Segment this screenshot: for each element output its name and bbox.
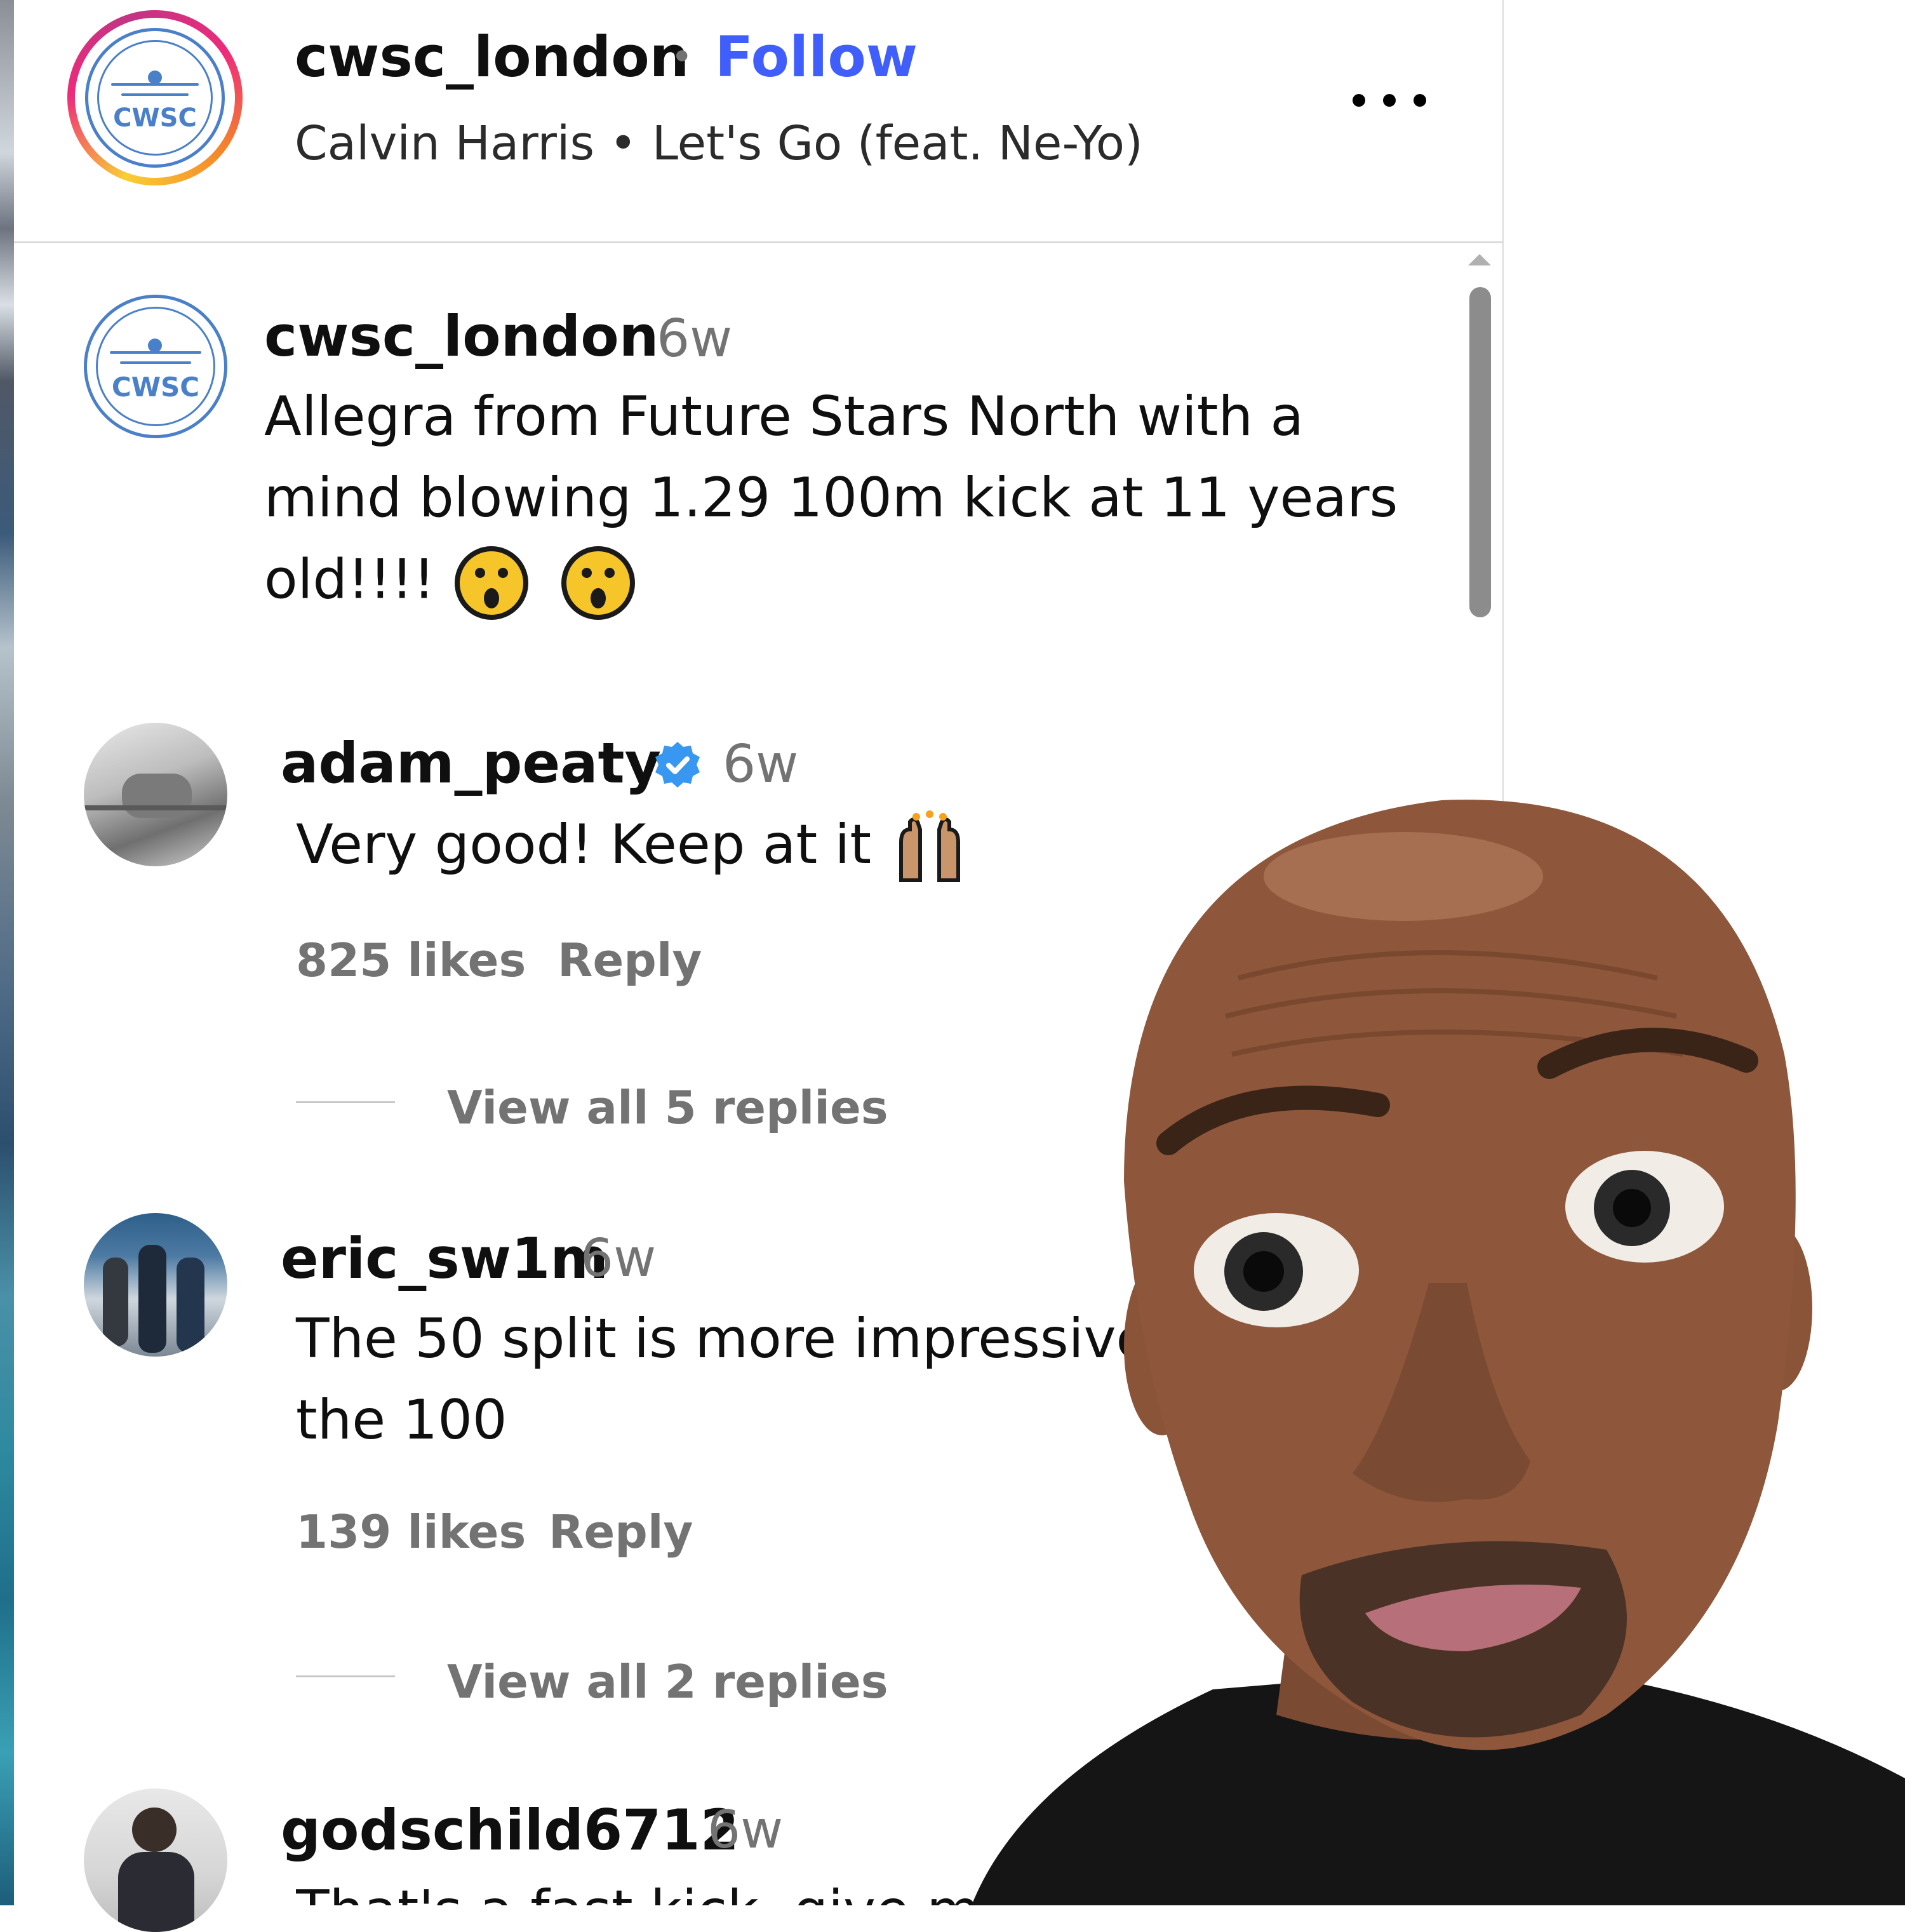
view-replies-button[interactable]: View all 5 replies xyxy=(447,1076,888,1139)
post-header: CWSC cwsc_london • Follow Calvin Harris … xyxy=(14,0,1502,243)
verified-badge-icon xyxy=(655,742,700,788)
astonished-face-emoji xyxy=(455,546,529,620)
view-replies-button[interactable]: View all 2 replies xyxy=(447,1650,888,1714)
reply-button[interactable]: Reply xyxy=(549,1500,693,1564)
caption-line-3-text: old!!!! xyxy=(264,547,436,612)
cwsc-logo: CWSC xyxy=(85,28,225,168)
caption-username[interactable]: cwsc_london xyxy=(264,305,658,368)
comment-time[interactable]: 6w xyxy=(707,1799,783,1862)
more-options-icon[interactable] xyxy=(1353,88,1429,113)
header-avatar[interactable]: CWSC xyxy=(67,10,243,185)
comment-likes[interactable]: 825 likes xyxy=(296,929,526,992)
comment-avatar[interactable] xyxy=(84,1788,227,1932)
comment-username[interactable]: godschild6712 xyxy=(281,1799,739,1862)
follow-button[interactable]: Follow xyxy=(715,25,918,89)
header-separator: • xyxy=(671,35,693,79)
comment-username[interactable]: adam_peaty xyxy=(281,732,661,795)
replies-divider xyxy=(296,1675,395,1677)
comment-likes[interactable]: 139 likes xyxy=(296,1500,526,1564)
header-username[interactable]: cwsc_london xyxy=(295,25,689,89)
background-media-strip xyxy=(0,0,14,1905)
comment-time[interactable]: 6w xyxy=(580,1227,656,1291)
reply-button[interactable]: Reply xyxy=(558,929,702,992)
comment-time[interactable]: 6w xyxy=(723,733,798,796)
comment-text-body: Very good! Keep at it xyxy=(296,813,872,876)
audio-track-link[interactable]: Calvin Harris • Let's Go (feat. Ne-Yo) xyxy=(295,112,1143,175)
comment-username[interactable]: eric_sw1m xyxy=(281,1227,608,1291)
face-overlay-image xyxy=(972,800,1905,1905)
scroll-up-arrow[interactable] xyxy=(1468,254,1491,265)
scrollbar-thumb[interactable] xyxy=(1469,287,1491,617)
comment-avatar[interactable] xyxy=(84,1213,227,1357)
replies-divider xyxy=(296,1101,395,1103)
caption-line-1: Allegra from Future Stars North with a xyxy=(264,385,1304,448)
caption-line-3: old!!!! xyxy=(264,539,1445,627)
caption-line-2: mind blowing 1.29 100m kick at 11 years xyxy=(264,466,1398,530)
comment-avatar[interactable] xyxy=(84,723,227,866)
comment-text: That's a fast kick, give me xyxy=(296,1870,1058,1905)
caption-avatar[interactable]: CWSC xyxy=(84,295,227,438)
caption-text: Allegra from Future Stars North with a m… xyxy=(264,376,1445,627)
astonished-face-emoji xyxy=(561,546,635,620)
caption-time[interactable]: 6w xyxy=(657,307,732,371)
